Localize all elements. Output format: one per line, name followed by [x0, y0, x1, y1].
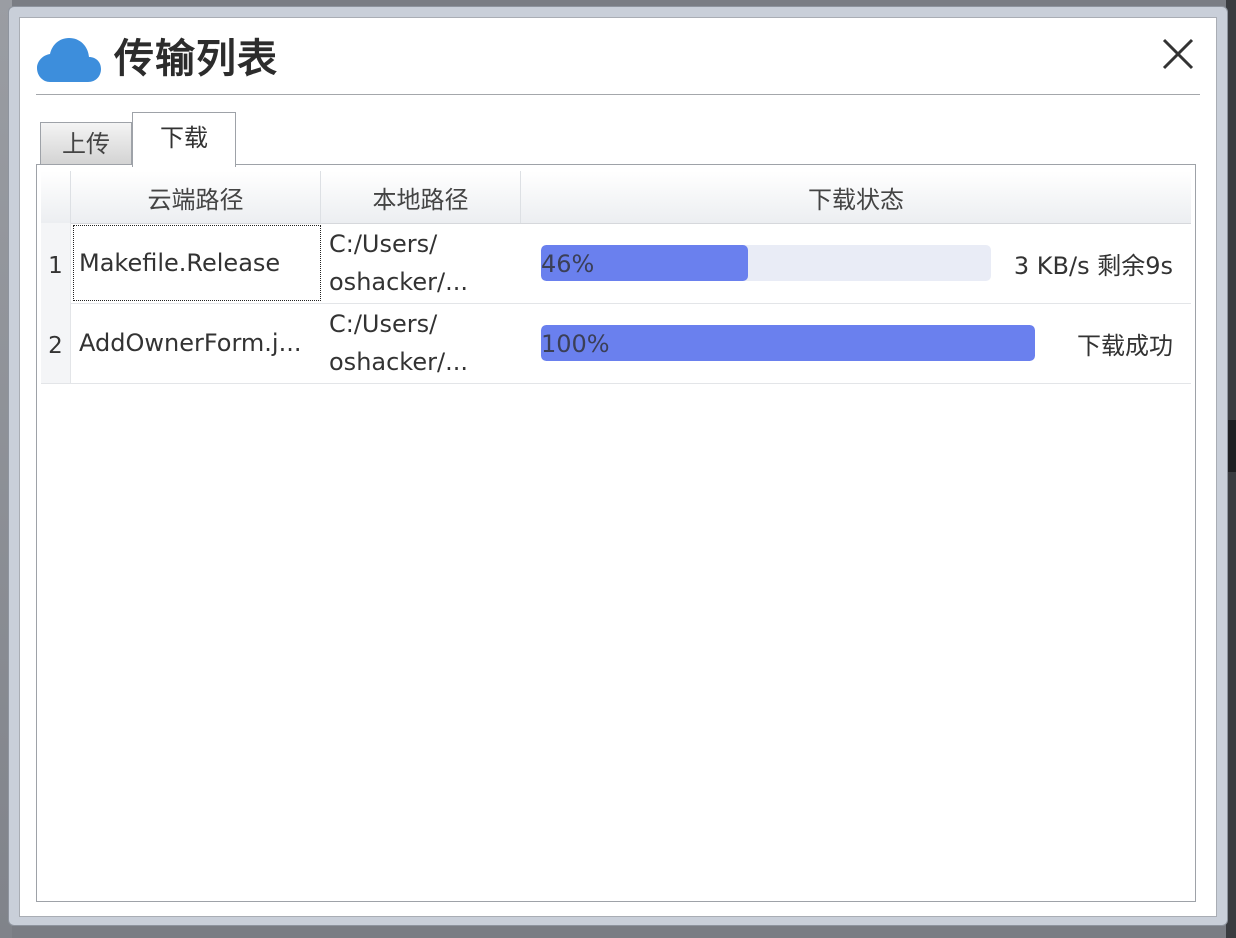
title-divider: [36, 94, 1200, 95]
transfer-status: 下载成功: [1077, 332, 1173, 360]
local-path-line: oshacker/...: [329, 268, 468, 296]
transfer-list-dialog: 传输列表 上传 下载 云端路径 本地路径 下载状态 1 Makefile.Rel…: [8, 6, 1228, 926]
tab-download[interactable]: 下载: [132, 112, 236, 167]
local-path-line: oshacker/...: [329, 348, 468, 376]
table-row[interactable]: 1 Makefile.Release C:/Users/ oshacker/..…: [41, 223, 1191, 304]
column-header-cloud-path[interactable]: 云端路径: [71, 171, 321, 223]
header-corner: [41, 171, 71, 223]
download-progress-bar: 46%: [541, 245, 991, 281]
progress-percent: 100%: [541, 330, 610, 358]
local-path-line: C:/Users/: [329, 310, 438, 338]
download-progress-bar: 100%: [541, 325, 1035, 361]
title-bar: 传输列表: [20, 18, 1216, 98]
progress-fill: [541, 325, 1035, 361]
table-header: 云端路径 本地路径 下载状态: [41, 171, 1191, 224]
close-icon[interactable]: [1158, 34, 1198, 74]
row-number: 1: [41, 223, 71, 303]
download-panel: 云端路径 本地路径 下载状态 1 Makefile.Release C:/Use…: [36, 164, 1196, 902]
table-row[interactable]: 2 AddOwnerForm.j... C:/Users/ oshacker/.…: [41, 303, 1191, 384]
dialog-title: 传输列表: [114, 36, 278, 82]
local-path-cell[interactable]: C:/Users/ oshacker/...: [329, 305, 519, 381]
cloud-icon: [37, 38, 101, 82]
tab-upload[interactable]: 上传: [40, 122, 132, 166]
transfer-status: 3 KB/s 剩余9s: [1013, 252, 1173, 280]
progress-percent: 46%: [541, 250, 595, 278]
row-number: 2: [41, 303, 71, 383]
local-path-line: C:/Users/: [329, 230, 438, 258]
cloud-path-cell[interactable]: Makefile.Release: [73, 225, 321, 301]
local-path-cell[interactable]: C:/Users/ oshacker/...: [329, 225, 519, 301]
dialog-body: 传输列表 上传 下载 云端路径 本地路径 下载状态 1 Makefile.Rel…: [19, 17, 1217, 917]
column-header-download-status[interactable]: 下载状态: [521, 171, 1191, 223]
column-header-local-path[interactable]: 本地路径: [321, 171, 521, 223]
cloud-path-cell[interactable]: AddOwnerForm.j...: [73, 305, 321, 381]
